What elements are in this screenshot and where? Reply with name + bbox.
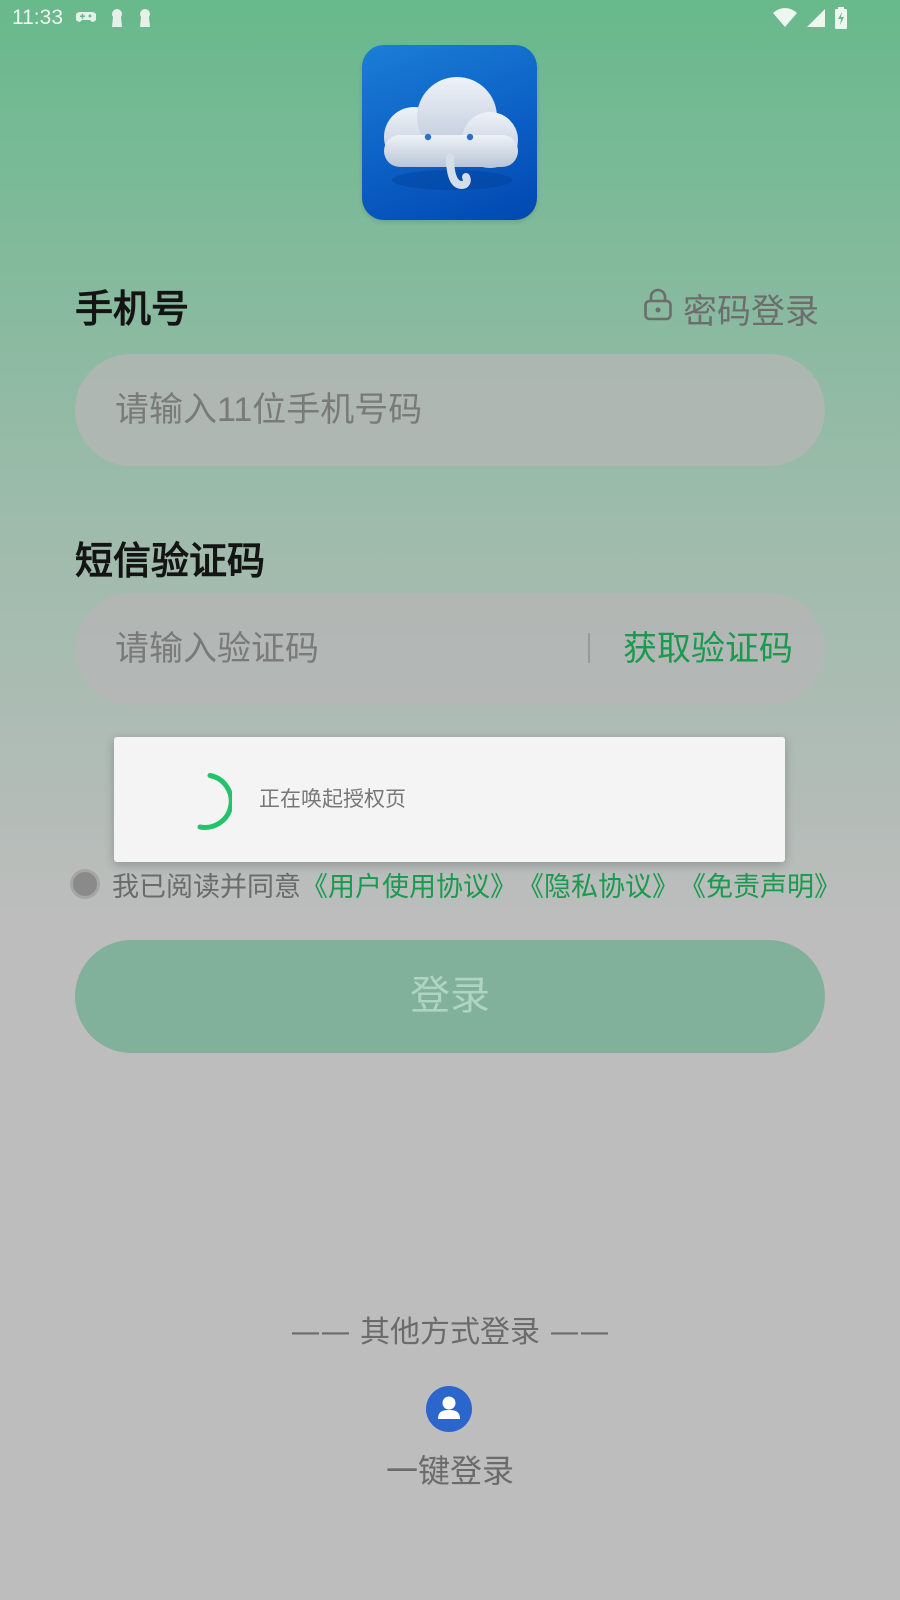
one-click-login-button[interactable] [426,1386,472,1432]
divider [588,633,590,663]
privacy-policy-link[interactable]: 《隐私协议》 [517,865,679,904]
password-login-link[interactable]: 密码登录 [643,284,819,333]
one-click-login-label[interactable]: 一键登录 [0,1446,900,1492]
disclaimer-link[interactable]: 《免责声明》 [679,865,841,904]
wifi-icon [772,8,798,32]
sms-code-label: 短信验证码 [75,539,266,583]
loading-spinner-icon [172,771,234,835]
user-agreement-link[interactable]: 《用户使用协议》 [301,865,517,904]
sms-code-input[interactable]: 请输入验证码 获取验证码 [75,593,825,705]
phone-input[interactable]: 请输入11位手机号码 [75,354,825,466]
status-right-icons [772,7,848,33]
other-login-title: —— 其他方式登录 —— [290,1315,610,1350]
get-code-button[interactable]: 获取验证码 [623,593,793,705]
battery-charging-icon [834,7,848,33]
status-left-icons [75,8,152,32]
loading-dialog: 正在唤起授权页 [114,737,785,862]
cloud-elephant-logo-icon [384,77,518,190]
login-button[interactable]: 登录 [75,940,825,1053]
app-logo [362,45,537,220]
gamepad-icon [75,8,97,32]
agreement-checkbox[interactable] [70,869,100,899]
lock-icon [643,287,673,330]
keyhole-icon [110,8,124,32]
login-screen: 11:33 手机号 密码登录 请输入11位手机号码 短信验证码 请输入验证码 获… [0,0,900,1600]
agreement-row: 我已阅读并同意 《用户使用协议》 《隐私协议》 《免责声明》 [70,865,841,904]
agreement-text: 我已阅读并同意 [112,871,301,903]
password-login-label: 密码登录 [683,292,819,332]
status-bar: 11:33 [0,0,900,36]
keyhole-icon [138,8,152,32]
user-icon [438,1396,460,1419]
loading-text: 正在唤起授权页 [259,787,406,811]
status-time: 11:33 [12,6,63,29]
sms-code-placeholder: 请输入验证码 [115,630,319,668]
phone-input-placeholder: 请输入11位手机号码 [115,391,423,429]
phone-label: 手机号 [75,287,190,331]
signal-icon [806,8,826,32]
